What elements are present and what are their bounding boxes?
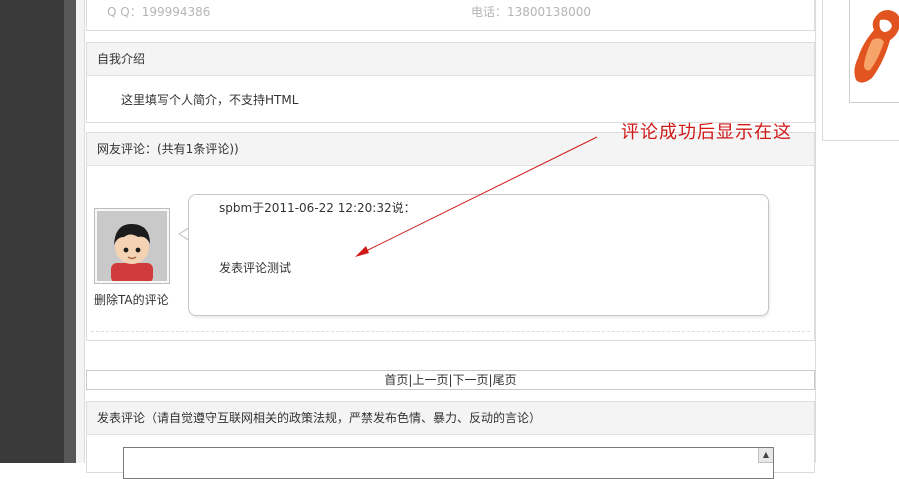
annotation-text: 评论成功后显示在这 (621, 122, 792, 143)
left-dark-bar (0, 0, 64, 463)
comment-divider (91, 331, 810, 332)
left-bar-edge (64, 0, 76, 463)
main-right-border (815, 0, 816, 463)
comments-section: 网友评论：(共有1条评论)) 删除TA的评论 spbm于2011-06-22 1… (86, 132, 815, 341)
pager-first[interactable]: 首页 (384, 373, 408, 387)
intro-section: 自我介绍 这里填写个人简介，不支持HTML (86, 42, 815, 123)
comment-meta: spbm于2011-06-22 12:20:32说： (219, 201, 416, 215)
post-comment-section: 发表评论（请自觉遵守互联网相关的政策法规，严禁发布色情、暴力、反动的言论） ▲ (86, 401, 815, 479)
scroll-up-arrow-icon[interactable]: ▲ (758, 448, 773, 463)
comment-bubble: spbm于2011-06-22 12:20:32说： 发表评论测试 (188, 194, 769, 316)
brand-logo-icon[interactable] (849, 0, 899, 103)
pager-last[interactable]: 尾页 (493, 373, 517, 387)
contact-phone: 电话：13800138000 (471, 5, 591, 19)
comment-textarea[interactable]: ▲ (123, 447, 774, 479)
intro-text: 这里填写个人简介，不支持HTML (121, 93, 299, 107)
right-panel (822, 0, 899, 141)
post-heading: 发表评论（请自觉遵守互联网相关的政策法规，严禁发布色情、暴力、反动的言论） (87, 402, 814, 435)
delete-comment-link[interactable]: 删除TA的评论 (94, 291, 169, 308)
left-gutter (76, 0, 85, 463)
user-avatar-icon (97, 211, 167, 281)
pager: 首页|上一页|下一页|尾页 (86, 370, 815, 390)
contact-row: Q Q：199994386 电话：13800138000 (86, 0, 815, 31)
pager-next[interactable]: 下一页 (453, 373, 489, 387)
contact-qq: Q Q：199994386 (107, 5, 211, 19)
pager-prev[interactable]: 上一页 (412, 373, 448, 387)
intro-heading: 自我介绍 (87, 43, 814, 76)
comment-avatar-frame[interactable] (94, 208, 170, 284)
comment-body: 发表评论测试 (219, 261, 292, 275)
